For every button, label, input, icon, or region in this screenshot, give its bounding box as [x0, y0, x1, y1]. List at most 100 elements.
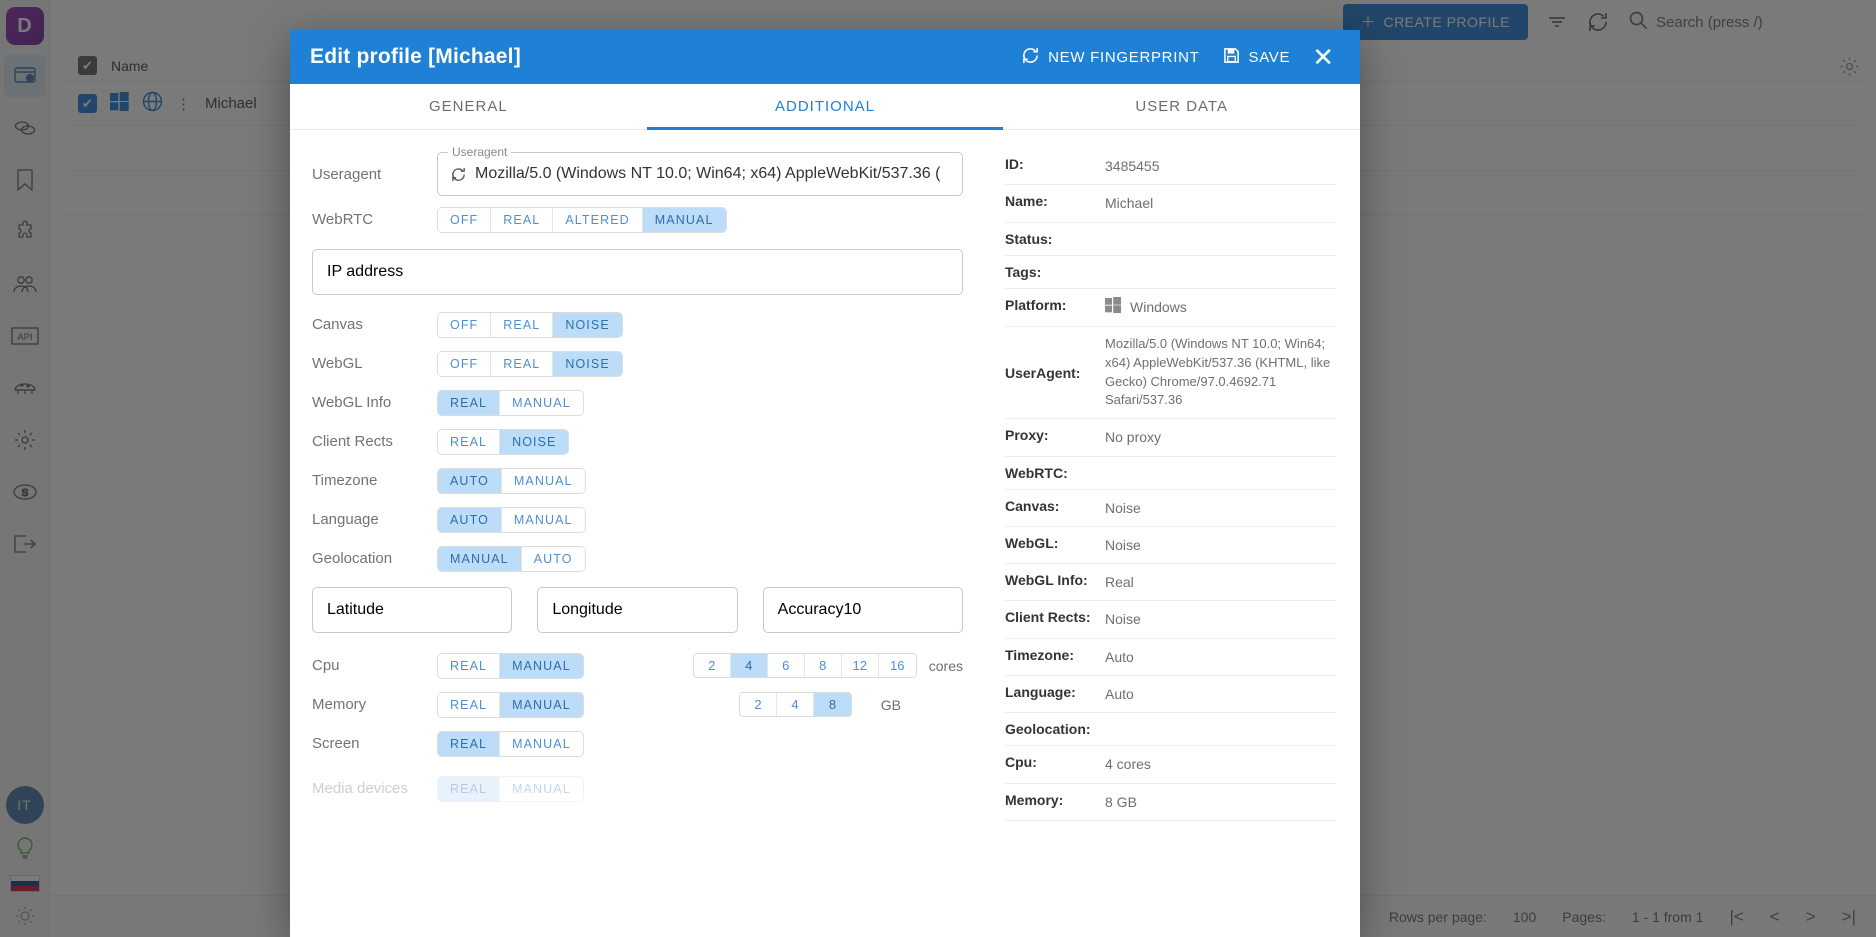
- webgl-option-real[interactable]: REAL: [491, 352, 553, 376]
- webgl-info-option-real[interactable]: REAL: [438, 391, 500, 415]
- canvas-row: Canvas OFF REAL NOISE: [312, 305, 963, 344]
- info-key: Timezone:: [1005, 647, 1105, 663]
- new-fingerprint-button[interactable]: NEW FINGERPRINT: [1009, 38, 1211, 77]
- geolocation-row: Geolocation MANUAL AUTO: [312, 539, 963, 578]
- cpu-cores-8[interactable]: 8: [805, 654, 842, 677]
- save-button[interactable]: SAVE: [1211, 39, 1302, 76]
- memory-row: Memory REAL MANUAL 2 4 8 GB: [312, 685, 963, 724]
- cpu-option-real[interactable]: REAL: [438, 654, 500, 678]
- memory-size-2[interactable]: 2: [740, 693, 777, 716]
- useragent-legend: Useragent: [448, 145, 511, 159]
- save-label: SAVE: [1248, 49, 1290, 66]
- longitude-input[interactable]: Longitude: [537, 587, 737, 633]
- useragent-input[interactable]: Useragent Mozilla/5.0 (Windows NT 10.0; …: [437, 152, 963, 196]
- info-row-status: Status:: [1005, 223, 1336, 256]
- info-value: Noise: [1105, 498, 1141, 518]
- info-key: Canvas:: [1005, 498, 1105, 514]
- info-value: Mozilla/5.0 (Windows NT 10.0; Win64; x64…: [1105, 335, 1336, 410]
- canvas-option-real[interactable]: REAL: [491, 313, 553, 337]
- memory-size-4[interactable]: 4: [777, 693, 814, 716]
- webrtc-option-manual[interactable]: MANUAL: [643, 208, 726, 232]
- screen-label: Screen: [312, 735, 437, 752]
- info-key: Language:: [1005, 684, 1105, 700]
- timezone-toggle-group: AUTO MANUAL: [437, 468, 586, 494]
- cpu-cores-16[interactable]: 16: [879, 654, 916, 677]
- webrtc-option-altered[interactable]: ALTERED: [553, 208, 642, 232]
- memory-toggle-group: REAL MANUAL: [437, 692, 584, 718]
- additional-settings-form: Useragent Useragent Mozilla/5.0 (Windows…: [290, 130, 985, 937]
- memory-option-real[interactable]: REAL: [438, 693, 500, 717]
- dialog-tabs: GENERAL ADDITIONAL USER DATA: [290, 84, 1360, 130]
- client-rects-label: Client Rects: [312, 433, 437, 450]
- webgl-label: WebGL: [312, 355, 437, 372]
- info-row-useragent: UserAgent: Mozilla/5.0 (Windows NT 10.0;…: [1005, 327, 1336, 419]
- webgl-option-off[interactable]: OFF: [438, 352, 491, 376]
- language-row: Language AUTO MANUAL: [312, 500, 963, 539]
- tab-additional[interactable]: ADDITIONAL: [647, 84, 1004, 129]
- webrtc-option-off[interactable]: OFF: [438, 208, 491, 232]
- screen-row: Screen REAL MANUAL: [312, 724, 963, 763]
- screen-option-manual[interactable]: MANUAL: [500, 732, 583, 756]
- info-key: UserAgent:: [1005, 365, 1105, 381]
- webgl-info-option-manual[interactable]: MANUAL: [500, 391, 583, 415]
- media-devices-option-real[interactable]: REAL: [438, 777, 500, 801]
- ip-address-placeholder: IP address: [327, 263, 403, 281]
- language-toggle-group: AUTO MANUAL: [437, 507, 586, 533]
- screen-option-real[interactable]: REAL: [438, 732, 500, 756]
- info-row-timezone: Timezone: Auto: [1005, 639, 1336, 676]
- geolocation-option-auto[interactable]: AUTO: [522, 547, 585, 571]
- language-option-auto[interactable]: AUTO: [438, 508, 502, 532]
- info-value: Noise: [1105, 535, 1141, 555]
- tab-general[interactable]: GENERAL: [290, 84, 647, 129]
- info-key: Proxy:: [1005, 427, 1105, 443]
- webgl-toggle-group: OFF REAL NOISE: [437, 351, 623, 377]
- cpu-cores-12[interactable]: 12: [842, 654, 879, 677]
- canvas-option-off[interactable]: OFF: [438, 313, 491, 337]
- ip-address-input[interactable]: IP address: [312, 249, 963, 295]
- language-option-manual[interactable]: MANUAL: [502, 508, 585, 532]
- info-key: WebRTC:: [1005, 465, 1105, 481]
- useragent-value: Mozilla/5.0 (Windows NT 10.0; Win64; x64…: [475, 165, 940, 183]
- cpu-cores-4[interactable]: 4: [731, 654, 768, 677]
- info-row-id: ID: 3485455: [1005, 148, 1336, 185]
- media-devices-option-manual[interactable]: MANUAL: [500, 777, 583, 801]
- client-rects-toggle-group: REAL NOISE: [437, 429, 569, 455]
- info-row-cpu: Cpu: 4 cores: [1005, 746, 1336, 783]
- cpu-cores-unit: cores: [929, 658, 963, 674]
- memory-size-group: 2 4 8: [739, 692, 852, 717]
- info-value: Noise: [1105, 609, 1141, 629]
- info-value: 3485455: [1105, 156, 1160, 176]
- info-value-wrapper: Windows: [1105, 297, 1187, 318]
- geolocation-option-manual[interactable]: MANUAL: [438, 547, 522, 571]
- info-value: Auto: [1105, 647, 1134, 667]
- canvas-label: Canvas: [312, 316, 437, 333]
- info-key: ID:: [1005, 156, 1105, 172]
- memory-option-manual[interactable]: MANUAL: [500, 693, 583, 717]
- client-rects-option-noise[interactable]: NOISE: [500, 430, 568, 454]
- cpu-toggle-group: REAL MANUAL: [437, 653, 584, 679]
- timezone-option-manual[interactable]: MANUAL: [502, 469, 585, 493]
- canvas-option-noise[interactable]: NOISE: [553, 313, 621, 337]
- cpu-option-manual[interactable]: MANUAL: [500, 654, 583, 678]
- memory-size-8[interactable]: 8: [814, 693, 851, 716]
- webrtc-option-real[interactable]: REAL: [491, 208, 553, 232]
- accuracy-input[interactable]: Accuracy 10: [763, 587, 963, 633]
- latitude-input[interactable]: Latitude: [312, 587, 512, 633]
- cpu-cores-6[interactable]: 6: [768, 654, 805, 677]
- latitude-placeholder: Latitude: [327, 601, 384, 619]
- cpu-cores-2[interactable]: 2: [694, 654, 731, 677]
- timezone-option-auto[interactable]: AUTO: [438, 469, 502, 493]
- new-fingerprint-label: NEW FINGERPRINT: [1048, 49, 1199, 66]
- client-rects-option-real[interactable]: REAL: [438, 430, 500, 454]
- info-value: No proxy: [1105, 427, 1161, 447]
- refresh-icon[interactable]: [450, 166, 467, 183]
- accuracy-legend: Accuracy: [778, 601, 844, 619]
- close-icon[interactable]: ✕: [1302, 40, 1344, 74]
- info-row-platform: Platform: Windows: [1005, 289, 1336, 327]
- webgl-info-label: WebGL Info: [312, 394, 437, 411]
- tab-user-data[interactable]: USER DATA: [1003, 84, 1360, 129]
- info-row-name: Name: Michael: [1005, 185, 1336, 222]
- refresh-icon: [1021, 46, 1040, 69]
- memory-size-unit: GB: [881, 697, 901, 713]
- webgl-option-noise[interactable]: NOISE: [553, 352, 621, 376]
